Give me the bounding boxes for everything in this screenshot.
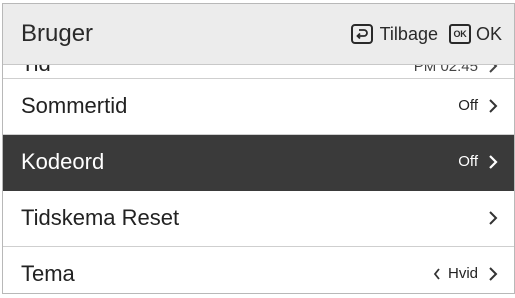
chevron-right-icon <box>489 155 498 169</box>
ok-icon[interactable]: OK <box>448 24 471 44</box>
settings-list: Tid PM 02:45 Sommertid Off Kodeord Off T… <box>3 65 514 293</box>
list-item-tidskema-reset[interactable]: Tidskema Reset <box>3 191 514 247</box>
list-item-value: PM 02:45 <box>413 65 478 75</box>
list-item-label: Tid <box>21 65 51 78</box>
chevron-right-icon <box>489 211 498 225</box>
chevron-right-icon[interactable] <box>486 264 500 284</box>
header-bar: Bruger Tilbage OK OK <box>3 4 514 65</box>
list-item-label: Sommertid <box>21 93 128 118</box>
list-item-label: Tidskema Reset <box>21 205 180 230</box>
list-item-sommertid[interactable]: Sommertid Off <box>3 79 514 135</box>
list-item-value: Off <box>458 153 478 170</box>
list-item-value-wrap: Hvid <box>432 264 478 284</box>
page-title: Bruger <box>21 20 94 47</box>
chevron-right-icon <box>489 65 498 73</box>
chevron-left-icon[interactable] <box>432 266 442 282</box>
list-item-tema[interactable]: Tema Hvid <box>3 247 514 293</box>
list-item-kodeord[interactable]: Kodeord Off <box>3 135 514 191</box>
settings-screen: Bruger Tilbage OK OK Tid PM 02:45 Sommer… <box>2 3 515 294</box>
back-label[interactable]: Tilbage <box>380 24 438 45</box>
list-item-label: Kodeord <box>21 149 105 174</box>
list-item-tid[interactable]: Tid PM 02:45 <box>3 65 514 79</box>
list-item-value: Hvid <box>447 265 478 282</box>
chevron-right-icon <box>489 99 498 113</box>
header-actions: Tilbage OK OK <box>350 20 502 48</box>
list-item-value: Off <box>458 97 478 114</box>
ok-label[interactable]: OK <box>476 24 502 45</box>
list-item-label: Tema <box>21 261 75 286</box>
back-icon[interactable] <box>350 24 373 44</box>
